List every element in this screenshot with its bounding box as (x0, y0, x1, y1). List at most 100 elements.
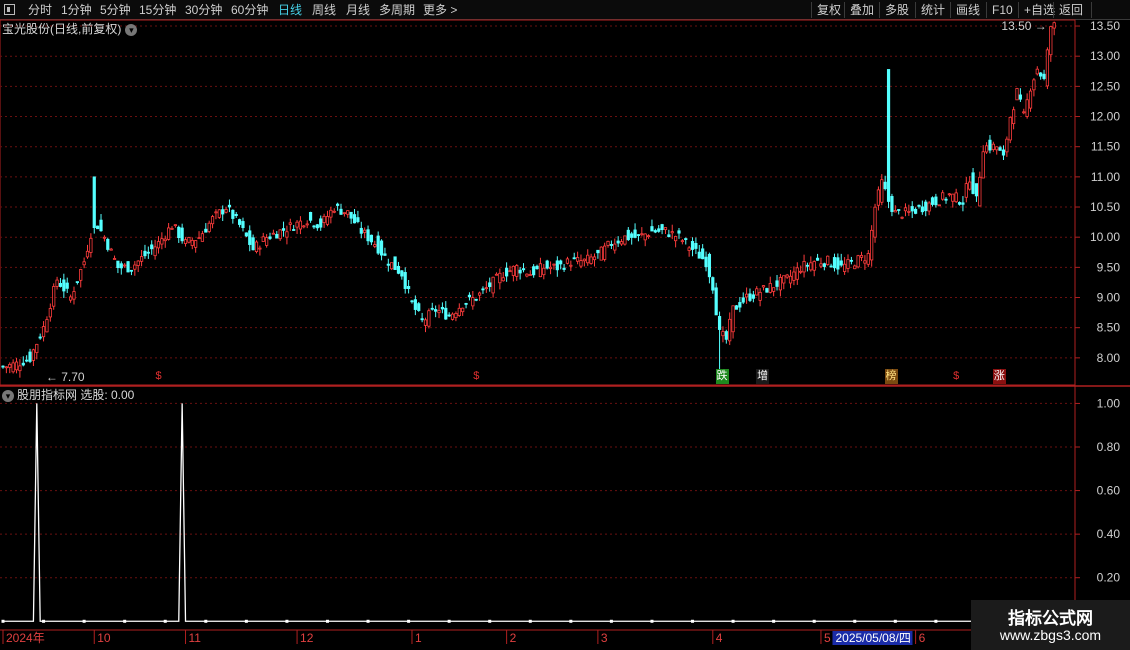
candle-body (849, 259, 853, 262)
indicator-marker (650, 619, 654, 623)
chevron-down-icon[interactable]: ▾ (2, 389, 14, 402)
candle-body (1039, 72, 1043, 77)
candle-body (305, 223, 309, 226)
candle-body (457, 307, 461, 316)
candle-body (697, 251, 701, 259)
candle-body (271, 232, 276, 235)
candle-body (69, 296, 73, 301)
candle-body (413, 299, 417, 310)
candle-body (623, 235, 627, 245)
candle-body (883, 181, 887, 190)
main-price-axis: 8.00 8.50 9.00 9.50 10.00 10.50 11.00 11.50 12.0… (1075, 19, 1120, 365)
candle-body (941, 192, 945, 200)
candle-body (745, 293, 749, 298)
candle-body (89, 237, 93, 253)
candle-body (717, 316, 722, 330)
candle-body (927, 202, 931, 212)
candle-body (133, 264, 137, 270)
candle-body (1018, 94, 1022, 100)
candle-body (1049, 26, 1053, 56)
candle-body (569, 264, 573, 267)
indicator-panel-title[interactable]: ▾ 股朋指标网 选股: 0.00 (2, 387, 134, 403)
candle-body (92, 176, 96, 228)
candle-body (805, 264, 810, 267)
candle-body (406, 286, 411, 290)
main-grid (0, 25, 1075, 359)
candle-body (934, 196, 938, 206)
candle-body (491, 276, 495, 294)
candle-body (204, 228, 208, 233)
candle-body (450, 313, 455, 320)
candle-body (788, 275, 793, 284)
candle-body (400, 270, 404, 277)
candle-body (116, 260, 120, 268)
candle-body (207, 222, 211, 232)
candle-body (761, 285, 766, 288)
indicator-tick-label: 1.00 (1097, 396, 1121, 410)
candle-body (592, 256, 597, 261)
indicator-marker (1, 619, 5, 623)
price-annotations: ← 7.70 13.50 → (46, 19, 1047, 384)
indicator-marker (447, 619, 451, 623)
candle-body (741, 297, 745, 303)
candle-body (559, 260, 563, 265)
price-tick-label: 13.00 (1090, 49, 1120, 63)
candle-body (464, 302, 468, 305)
candle-body (45, 319, 49, 333)
candle-body (859, 254, 864, 258)
high-price-label: 13.50 → (1001, 19, 1046, 33)
candle-body (565, 258, 570, 264)
candle-body (329, 209, 333, 218)
price-tick-label: 13.50 (1090, 19, 1120, 33)
candle-body (369, 234, 374, 243)
candle-body (79, 269, 83, 281)
candle-body (998, 147, 1002, 151)
candle-body (75, 281, 79, 283)
candle-body (430, 307, 434, 310)
candle-body (295, 221, 299, 228)
candle-body (352, 214, 357, 224)
candle-body (356, 217, 360, 222)
candle-body (298, 220, 303, 230)
candle-body (325, 216, 330, 225)
candle-body (1028, 90, 1033, 109)
price-tick-label: 11.00 (1091, 170, 1120, 184)
indicator-marker (731, 619, 735, 623)
candle-body (721, 331, 725, 337)
candle-body (552, 263, 556, 266)
candle-body (268, 236, 272, 239)
low-price-label: ← 7.70 (46, 370, 85, 384)
candle-body (974, 183, 979, 197)
candle-body (947, 193, 952, 196)
candle-body (312, 225, 316, 228)
main-panel-title[interactable]: 宝光股份(日线,前复权) ▾ (2, 21, 138, 37)
candle-body (863, 260, 867, 264)
candle-body (968, 181, 972, 190)
candle-body (82, 261, 86, 266)
candle-body (467, 294, 472, 298)
candle-body (603, 245, 607, 260)
candle-body (177, 226, 181, 239)
candle-body (18, 365, 22, 372)
chart-canvas[interactable]: 8.008.509.009.5010.0010.5011.0011.5012.0… (0, 0, 1130, 650)
candle-body (839, 260, 843, 266)
candle-body (748, 293, 752, 301)
indicator-marker (609, 619, 613, 623)
candle-body (893, 210, 897, 213)
indicator-axis: 0.20 0.40 0.60 0.80 1.00 (1075, 396, 1121, 585)
signal-tag: 增 (756, 369, 770, 384)
chevron-down-icon[interactable]: ▾ (125, 23, 138, 36)
candle-body (582, 258, 586, 262)
candle-body (336, 203, 340, 206)
candle-body (775, 280, 779, 287)
candle-body (677, 230, 681, 234)
candle-body (1001, 149, 1006, 156)
indicator-marker (407, 619, 411, 623)
candle-body (217, 209, 221, 218)
candle-body (153, 246, 157, 257)
candle-body (170, 227, 174, 230)
watermark: 指标公式网 www.zbgs3.com (971, 600, 1130, 650)
candle-body (907, 210, 911, 213)
candle-body (234, 214, 238, 216)
candle-body (978, 176, 982, 207)
